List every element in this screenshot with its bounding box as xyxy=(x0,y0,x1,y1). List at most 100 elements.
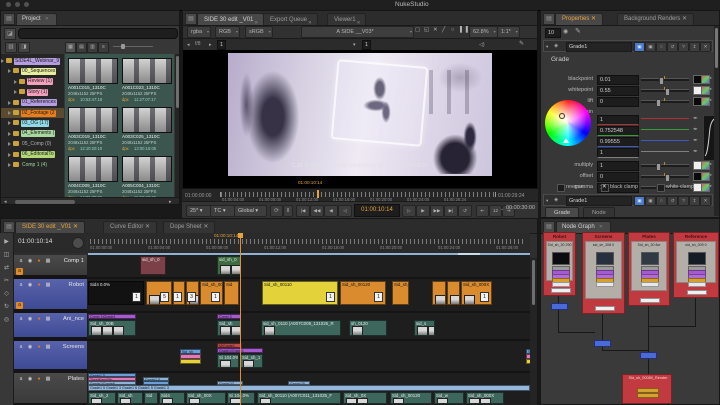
track-lock-icon[interactable]: a xyxy=(17,375,25,383)
node-graph-canvas[interactable]: RobotSid_sh_30 290Screenssid_sh_308 0Pla… xyxy=(541,232,719,404)
wipe-icon[interactable]: ▾ xyxy=(353,41,356,50)
expand-arrow-icon[interactable] xyxy=(1,59,4,63)
viewer-tool-icon[interactable]: ▢ xyxy=(415,27,420,33)
timeline-clip[interactable]: Sid_sh_0X xyxy=(343,392,387,404)
transport-back-button[interactable]: |◀ xyxy=(296,205,310,217)
close-icon[interactable]: ✕ xyxy=(45,16,49,22)
timeline-tab[interactable]: SIDE 30 edit _V01 ✕ xyxy=(15,221,85,233)
track-lock-icon[interactable]: a xyxy=(17,315,25,323)
tree-item[interactable]: Review (1) xyxy=(1,77,64,87)
collapse-arrow-icon[interactable]: ▾ xyxy=(546,44,548,50)
merge-node[interactable] xyxy=(594,340,611,347)
node-name-field[interactable]: Grade1 xyxy=(566,42,632,52)
track-enable-icon[interactable]: ● xyxy=(35,343,43,351)
node-name-field[interactable]: Grade1 xyxy=(566,196,632,206)
node-face-icon[interactable]: ◈ xyxy=(554,43,558,49)
timeline-clip[interactable]: sid_s xyxy=(414,320,435,336)
node-header-button[interactable]: ↺ xyxy=(667,196,678,206)
volume-icon[interactable]: ◁) xyxy=(479,41,485,50)
input-dropdown[interactable]: A SIDE __V03* xyxy=(301,26,414,38)
timeline-clip[interactable]: 1 xyxy=(173,281,185,305)
viewer-tool-icon[interactable]: ◱ xyxy=(424,27,429,33)
param-slider[interactable] xyxy=(641,164,689,167)
group-node[interactable]: sid_sh_308 0 xyxy=(585,241,622,299)
node-header-button[interactable]: ○ xyxy=(656,196,667,206)
timeline-clip[interactable]: sid_sh_0 xyxy=(217,256,241,275)
slider-handle[interactable] xyxy=(656,99,661,107)
transport-fwd-button[interactable]: ▶| xyxy=(444,205,458,217)
slider-handle[interactable] xyxy=(656,163,661,171)
track-visibility-icon[interactable]: ◉ xyxy=(26,281,34,289)
expand-arrow-icon[interactable] xyxy=(8,153,11,157)
transport-back-button[interactable]: ◁ xyxy=(338,205,352,217)
annotate-pencil-icon[interactable]: ✎ xyxy=(519,40,524,49)
channels-dropdown[interactable]: rgba xyxy=(187,26,211,38)
bin-item[interactable]: A005C004_1310C2048x1152 25FPSdpx15:50:29… xyxy=(122,156,172,203)
gain-spinner-icons[interactable]: ◂▸ xyxy=(693,126,698,132)
expand-arrow-icon[interactable] xyxy=(8,163,11,167)
node-header-button[interactable]: ▣ xyxy=(634,196,645,206)
node-chip[interactable] xyxy=(637,393,659,398)
param-slider[interactable] xyxy=(641,89,689,92)
timeline-clip[interactable]: Sid_sh_ xyxy=(392,281,409,305)
node-header-button[interactable]: ▣ xyxy=(634,42,645,52)
panel-menu-icon[interactable]: ▤ xyxy=(185,13,197,25)
timeline-clip[interactable]: Si 104.0% xyxy=(227,392,255,404)
output-dot-node[interactable] xyxy=(640,298,660,303)
node-chip[interactable] xyxy=(641,282,659,287)
param-value-field[interactable]: 1 xyxy=(597,161,639,171)
timeline-clip[interactable]: Sid_sh_00120 xyxy=(390,392,432,404)
expand-arrow-icon[interactable] xyxy=(8,142,11,146)
expand-arrow-icon[interactable] xyxy=(8,121,11,125)
jump-button[interactable]: ⇤ xyxy=(476,205,489,217)
viewer-tool-icon[interactable]: ╱ xyxy=(442,27,445,33)
viewer-tab[interactable]: Viewer1 ✕ xyxy=(327,13,366,25)
transport-fwd-button[interactable]: ▶ xyxy=(416,205,430,217)
tab-project[interactable]: Project✕ xyxy=(16,13,57,25)
properties-tab[interactable]: Background Renders ✕ xyxy=(617,13,694,25)
properties-vscrollbar[interactable] xyxy=(714,26,719,216)
param-slider[interactable] xyxy=(641,78,689,81)
backdrop-node[interactable]: RobotSid_sh_30 290 xyxy=(543,232,576,296)
timeline-clip[interactable]: Sid_sh_000X1 xyxy=(461,281,492,305)
viewer-timeline-ruler[interactable]: 01:00:00:00 01:00:29:24 01:00:10:14 01:0… xyxy=(182,188,538,202)
proxy-dropdown[interactable]: 1:1* xyxy=(497,26,520,38)
fps-dropdown[interactable]: 25* ▾ xyxy=(186,205,212,217)
track-visibility-icon[interactable]: ◉ xyxy=(26,315,34,323)
animation-menu-icon[interactable]: ◂ xyxy=(709,172,711,178)
tree-item[interactable]: 03_OG (17) xyxy=(1,118,64,128)
timeline-clip[interactable]: Sid_sh_00B xyxy=(88,320,136,336)
import-icon[interactable]: ◨ xyxy=(18,42,30,53)
timeline-clip[interactable]: Sid_sh_001101 xyxy=(262,281,338,305)
track-badge-icon[interactable]: a xyxy=(16,302,23,309)
panel-menu-icon[interactable]: ▤ xyxy=(3,221,15,233)
node-chip[interactable] xyxy=(552,282,570,287)
transport-current-timecode[interactable]: 01:00:10:14 xyxy=(354,204,400,217)
track-header[interactable]: a◉●▦Plates xyxy=(14,373,87,405)
tree-item[interactable]: 05_Comp (0) xyxy=(1,139,64,149)
layer-dropdown[interactable]: RGB xyxy=(215,26,240,38)
node-header-button[interactable]: ? xyxy=(678,42,689,52)
bin-item[interactable]: A004C009_1310C2048x1152 25FPSdpx14:06:30… xyxy=(68,156,118,203)
timeline-clip[interactable]: Sid_sh xyxy=(117,392,143,404)
wipe-value[interactable]: 1 xyxy=(362,40,371,50)
animation-menu-icon[interactable]: ◂ xyxy=(709,97,711,103)
timeline-clip[interactable]: Sid4 0.0%1 xyxy=(88,281,144,305)
gain-spinner-icons[interactable]: ◂▸ xyxy=(693,137,698,143)
import-icon[interactable]: ▥ xyxy=(5,42,17,53)
tree-item[interactable]: Comp 1 (4) xyxy=(1,160,64,170)
transport-fwd-button[interactable]: ▶▶ xyxy=(430,205,444,217)
gain-value-field[interactable]: 1 xyxy=(597,115,639,125)
viewer-tool-icon[interactable]: ○ xyxy=(451,27,454,33)
bin-hscrollbar[interactable]: ◂ ▸ xyxy=(1,197,180,205)
traffic-light-minimize[interactable] xyxy=(15,2,20,7)
backdrop-node[interactable]: PlatesSid_sh_30 8cr xyxy=(628,232,670,306)
tree-item[interactable]: 00_Sequences xyxy=(1,66,64,76)
tree-item[interactable]: Story (1) xyxy=(1,87,64,97)
colorspace-dropdown[interactable]: sRGB xyxy=(245,26,273,38)
param-value-field[interactable]: 0 xyxy=(597,97,639,107)
expand-arrow-icon[interactable] xyxy=(8,111,11,115)
timeline-clip[interactable]: Sid_sh_1 xyxy=(240,354,263,368)
timeline-clip[interactable]: Sid_w xyxy=(434,392,464,404)
node-chip[interactable] xyxy=(596,282,614,287)
